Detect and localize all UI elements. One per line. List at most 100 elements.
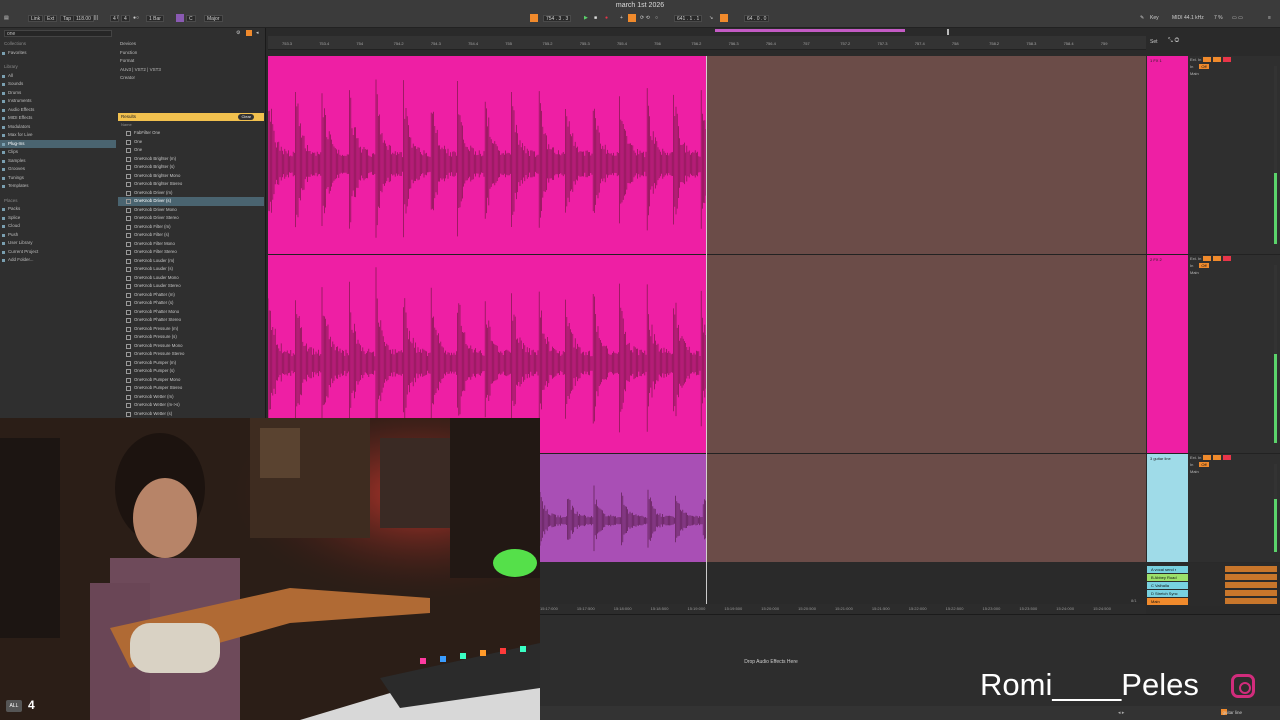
- automation-arm-icon[interactable]: [628, 14, 636, 22]
- list-item[interactable]: OneKnob Filter (m): [118, 223, 264, 232]
- list-item[interactable]: OneKnob Phatter Stereo: [118, 316, 264, 325]
- arm-button[interactable]: [1223, 256, 1232, 262]
- name-column-header[interactable]: Name: [118, 122, 264, 128]
- list-item[interactable]: OneKnob Phatter (m): [118, 291, 264, 300]
- clear-filter-button[interactable]: Clear: [238, 114, 254, 120]
- sidebar-item-category[interactable]: Max for Live: [0, 131, 116, 140]
- sidebar-item-place[interactable]: User Library: [0, 239, 116, 248]
- input-type-select[interactable]: Ext. In: [1188, 56, 1280, 63]
- sidebar-item-category[interactable]: Samples: [0, 157, 116, 166]
- list-item[interactable]: OneKnob Pumper Stereo: [118, 384, 264, 393]
- record-icon[interactable]: ●: [605, 15, 608, 22]
- monitor-in-button[interactable]: In: [1190, 462, 1193, 467]
- list-item[interactable]: OneKnob Louder Stereo: [118, 282, 264, 291]
- scale-mode-icon[interactable]: [176, 14, 184, 22]
- filter-tag-row[interactable]: Format: [118, 57, 264, 66]
- sidebar-item-category[interactable]: MIDI Effects: [0, 114, 116, 123]
- list-item[interactable]: OneKnob Pumper (m): [118, 359, 264, 368]
- list-item[interactable]: OneKnob Wetter (m->s): [118, 401, 264, 410]
- list-item[interactable]: OneKnob Brighter Mono: [118, 172, 264, 181]
- sidebar-item-category[interactable]: Sounds: [0, 80, 116, 89]
- track-name[interactable]: 1 FX 1: [1150, 58, 1162, 63]
- track-activator-button[interactable]: [1203, 256, 1212, 262]
- audio-clip[interactable]: [540, 454, 706, 562]
- metronome-icon[interactable]: ●○: [133, 15, 139, 22]
- list-item[interactable]: OneKnob Phatter Mono: [118, 308, 264, 317]
- list-item[interactable]: OneKnob Brighter Stereo: [118, 180, 264, 189]
- track-header[interactable]: 2 FX 2: [1147, 255, 1188, 453]
- list-item[interactable]: OneKnob Filter (s): [118, 231, 264, 240]
- scroll-left-icon[interactable]: ◂ ▸: [1118, 710, 1124, 716]
- output-select[interactable]: Main: [1188, 468, 1280, 475]
- loop-start-field[interactable]: 641 . 1 . 1: [674, 15, 703, 22]
- filter-tag-row[interactable]: Devices: [118, 40, 264, 49]
- search-input[interactable]: one: [4, 30, 112, 37]
- sidebar-item-category[interactable]: Tunings: [0, 174, 116, 183]
- sidebar-item-category[interactable]: Grooves: [0, 165, 116, 174]
- menu-icon[interactable]: ≡: [1268, 15, 1271, 22]
- draw-mode-icon[interactable]: ↘: [709, 15, 713, 22]
- sidebar-item-place[interactable]: Push: [0, 231, 116, 240]
- list-item[interactable]: OneKnob Pumper Mono: [118, 376, 264, 385]
- song-position-marker[interactable]: [947, 29, 949, 35]
- loop-brace[interactable]: [715, 29, 905, 32]
- scale-select[interactable]: Major: [204, 15, 223, 22]
- capture-icon[interactable]: ⟳ ⟲: [640, 15, 650, 22]
- settings-icon[interactable]: ⚙: [236, 30, 240, 36]
- tempo-nudge-icon[interactable]: |||: [94, 15, 98, 22]
- key-root-select[interactable]: C: [186, 15, 196, 22]
- sidebar-item-place[interactable]: Current Project: [0, 248, 116, 257]
- sidebar-item-place[interactable]: Add Folder...: [0, 256, 116, 265]
- loop-switch-icon[interactable]: [720, 14, 728, 22]
- sidebar-item-category[interactable]: Drums: [0, 89, 116, 98]
- list-item[interactable]: OneKnob Wetter (s): [118, 410, 264, 419]
- list-item[interactable]: OneKnob Louder Mono: [118, 274, 264, 283]
- time-ruler[interactable]: 15:17:000 15:17:500 15:18:000 15:18:500 15:1…: [540, 604, 1146, 614]
- list-item[interactable]: OneKnob Pressure Stereo: [118, 350, 264, 359]
- list-item[interactable]: FabFilter One: [118, 129, 264, 138]
- link-button[interactable]: Link: [28, 15, 44, 22]
- sidebar-item-category[interactable]: Templates: [0, 182, 116, 191]
- list-item[interactable]: OneKnob Brighter (s): [118, 163, 264, 172]
- tempo-field[interactable]: 118.00: [73, 15, 94, 22]
- track-activator-button[interactable]: [1203, 57, 1212, 63]
- tap-button[interactable]: Tap: [60, 15, 75, 22]
- key-map-button[interactable]: Key: [1150, 15, 1159, 22]
- session-record-icon[interactable]: ○: [655, 15, 658, 22]
- track-name[interactable]: 2 FX 2: [1150, 257, 1162, 262]
- metronome-interval[interactable]: 1 Bar: [146, 15, 164, 22]
- sidebar-item-category[interactable]: All: [0, 72, 116, 81]
- return-track-1[interactable]: B Abbey Road: [1147, 574, 1188, 581]
- zoom-icon[interactable]: ⤡ ◎: [1168, 38, 1179, 45]
- monitor-in-button[interactable]: In: [1190, 263, 1193, 268]
- list-item[interactable]: OneKnob Driver (m): [118, 189, 264, 198]
- position-field[interactable]: 754 . 3 . 3: [543, 15, 572, 22]
- sidebar-item-place[interactable]: Splice: [0, 214, 116, 223]
- list-item[interactable]: OneKnob Phatter (s): [118, 299, 264, 308]
- monitor-off-button[interactable]: Off: [1199, 462, 1209, 467]
- list-item[interactable]: OneKnob Pumper (s): [118, 367, 264, 376]
- sidebar-item-category[interactable]: Clips: [0, 148, 116, 157]
- list-item[interactable]: OneKnob Driver Mono: [118, 206, 264, 215]
- midi-map-button[interactable]: MIDI: [1172, 15, 1183, 22]
- list-item[interactable]: OneKnob Filter Mono: [118, 240, 264, 249]
- list-item[interactable]: One: [118, 138, 264, 147]
- solo-button[interactable]: [1213, 57, 1222, 63]
- monitor-row[interactable]: In Off: [1188, 63, 1280, 70]
- return-track-4[interactable]: Main: [1147, 598, 1188, 605]
- beat-time-ruler[interactable]: 753.3 753.4 754 754.2 754.3 754.4 755 755.2 755.…: [268, 36, 1146, 50]
- list-item[interactable]: OneKnob Louder (m): [118, 257, 264, 266]
- track-lane-1[interactable]: [268, 56, 1146, 254]
- arm-button[interactable]: [1223, 455, 1232, 461]
- sidebar-item-category[interactable]: Audio Effects: [0, 106, 116, 115]
- input-type-select[interactable]: Ext. In: [1188, 255, 1280, 262]
- stop-icon[interactable]: ■: [594, 15, 597, 22]
- monitor-in-button[interactable]: In: [1190, 64, 1193, 69]
- sidebar-item-category[interactable]: Modulators: [0, 123, 116, 132]
- overdub-icon[interactable]: +: [620, 15, 623, 22]
- return-track-2[interactable]: C Valhalla: [1147, 582, 1188, 589]
- time-sig-denominator[interactable]: 4: [121, 15, 130, 22]
- ext-button[interactable]: Ext: [44, 15, 58, 22]
- loop-length-field[interactable]: 64 . 0 . 0: [744, 15, 770, 22]
- list-item[interactable]: OneKnob Driver (s): [118, 197, 264, 206]
